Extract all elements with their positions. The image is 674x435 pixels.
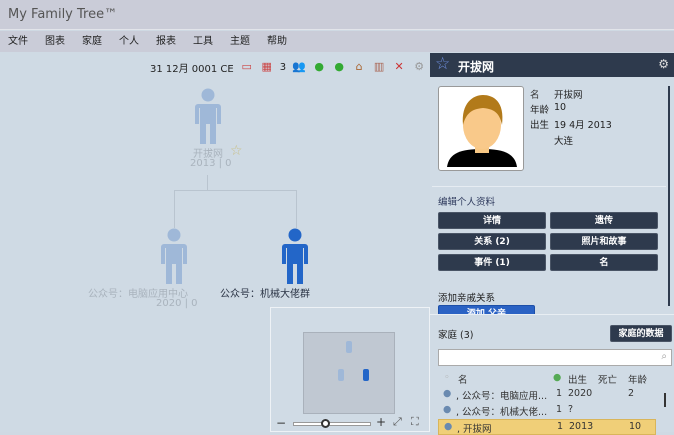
gear-icon[interactable]: ⚙ (412, 60, 426, 74)
gear-icon[interactable]: ⚙ (658, 57, 669, 71)
people-icon[interactable]: 👥 (292, 60, 306, 74)
add-relative-label: 添加亲戚关系 (438, 293, 496, 304)
star-icon[interactable]: ☆ (230, 143, 243, 159)
person-icon: ● (444, 421, 453, 432)
menu-reports[interactable]: 报表 (156, 31, 184, 52)
row-name: , 开拔网 (457, 424, 492, 435)
minimap-person (346, 341, 352, 353)
row-age: 2 (628, 388, 635, 399)
panel-title: 开拔网 (458, 60, 495, 74)
fit-icon[interactable]: ⛶ (411, 415, 419, 429)
row-generation: 1 (556, 404, 563, 415)
menu-bar: 文件 图表 家庭 个人 报表 工具 主题 帮助 (0, 31, 674, 52)
star-icon[interactable]: ☆ (435, 54, 450, 74)
menu-person[interactable]: 个人 (119, 31, 147, 52)
minimap-person (338, 369, 344, 381)
minimap-person (363, 369, 369, 381)
table-row[interactable]: ● , 公众号：电脑应用... 1 2020 2 (438, 387, 656, 402)
connector (207, 175, 208, 190)
field-label: 年龄 (530, 105, 550, 116)
family-data-button[interactable]: 家庭的数据 (610, 325, 672, 342)
panel-header: ☆ 开拔网 ⚙ (430, 53, 674, 77)
row-birth: ? (568, 404, 574, 415)
connector (296, 190, 297, 228)
calendar-icon[interactable]: ▦ (260, 60, 274, 74)
menu-file[interactable]: 文件 (8, 31, 36, 52)
person-child2-icon[interactable] (281, 228, 309, 284)
date-display[interactable]: 31 12月 0001 CE (150, 60, 234, 75)
person-add-right-icon[interactable]: ● (332, 60, 346, 74)
panel-scrollbar[interactable] (668, 86, 670, 306)
family-search-input[interactable]: ⌕ (438, 349, 672, 366)
minimap[interactable]: − + ⤢ ⛶ (270, 307, 430, 432)
row-generation: 1 (556, 388, 563, 399)
col-birth[interactable]: 出生 (568, 372, 587, 386)
zoom-slider[interactable] (293, 422, 371, 426)
person-root-icon[interactable] (194, 88, 222, 144)
child2-name[interactable]: 公众号：机械大佬群 (220, 285, 310, 300)
events-button[interactable]: 事件 (1) (438, 254, 546, 271)
table-header: ◦ 名 ● 出生 死亡 年龄 (438, 371, 656, 386)
menu-charts[interactable]: 图表 (45, 31, 73, 52)
zoom-out-button[interactable]: − (276, 416, 286, 430)
toolbar: 31 12月 0001 CE ▭ ▦ 3 👥 ● ● ⌂ ▥ ✕ ⚙ (150, 58, 426, 76)
field-value: 10 (554, 102, 567, 113)
sort-icon[interactable]: ◦ (444, 372, 450, 383)
row-age: 10 (629, 421, 642, 432)
menu-family[interactable]: 家庭 (82, 31, 110, 52)
field-value: 19 4月 2013 (554, 120, 612, 131)
connector (174, 190, 175, 228)
app-title: My Family Tree™ (8, 7, 118, 22)
expand-icon[interactable]: ⤢ (393, 415, 402, 429)
row-birth: 2013 (569, 421, 594, 432)
house-icon[interactable]: ⌂ (352, 60, 366, 74)
tree-icon: ● (553, 372, 562, 383)
field-value: 大连 (554, 136, 574, 147)
zoom-in-button[interactable]: + (376, 415, 386, 429)
root-info: 2013 | 0 (190, 158, 232, 169)
col-age[interactable]: 年龄 (628, 372, 647, 386)
person-photo[interactable] (438, 86, 524, 171)
names-button[interactable]: 名 (550, 254, 658, 271)
minimap-viewport[interactable] (303, 332, 395, 414)
calendar-outline-icon[interactable]: ▭ (240, 60, 254, 74)
tools-icon[interactable]: ✕ (392, 60, 406, 74)
col-death[interactable]: 死亡 (598, 372, 617, 386)
row-birth: 2020 (568, 388, 593, 399)
zoom-slider-handle[interactable] (321, 419, 330, 428)
family-title: 家庭 (3) (438, 330, 474, 341)
title-bar: My Family Tree™ (0, 0, 674, 30)
field-label: 名 (530, 90, 540, 101)
field-value: 开拔网 (554, 90, 583, 101)
person-add-left-icon[interactable]: ● (312, 60, 326, 74)
search-icon[interactable]: ⌕ (661, 351, 667, 362)
child1-info: 2020 | 0 (156, 298, 198, 309)
chart-icon[interactable]: ▥ (372, 60, 386, 74)
relations-button[interactable]: 关系 (2) (438, 233, 546, 250)
divider (432, 186, 666, 187)
genetics-button[interactable]: 遗传 (550, 212, 658, 229)
row-generation: 1 (557, 421, 564, 432)
menu-theme[interactable]: 主题 (230, 31, 258, 52)
row-name: , 公众号：电脑应用... (456, 391, 548, 402)
details-button[interactable]: 详情 (438, 212, 546, 229)
table-row-selected[interactable]: ● , 开拔网 1 2013 10 (438, 419, 656, 435)
col-name[interactable]: 名 (458, 372, 468, 386)
photos-stories-button[interactable]: 照片和故事 (550, 233, 658, 250)
row-name: , 公众号：机械大佬... (456, 407, 548, 418)
connector (174, 190, 297, 191)
person-icon: ● (443, 404, 452, 415)
field-label: 出生 (530, 120, 550, 131)
edit-profile-label: 编辑个人资料 (438, 197, 496, 208)
person-child1-icon[interactable] (160, 228, 188, 284)
menu-tools[interactable]: 工具 (193, 31, 221, 52)
family-scrollbar[interactable] (664, 393, 666, 407)
person-icon: ● (443, 388, 452, 399)
menu-help[interactable]: 帮助 (267, 31, 295, 52)
table-row[interactable]: ● , 公众号：机械大佬... 1 ? (438, 403, 656, 418)
people-count: 3 (279, 61, 287, 73)
